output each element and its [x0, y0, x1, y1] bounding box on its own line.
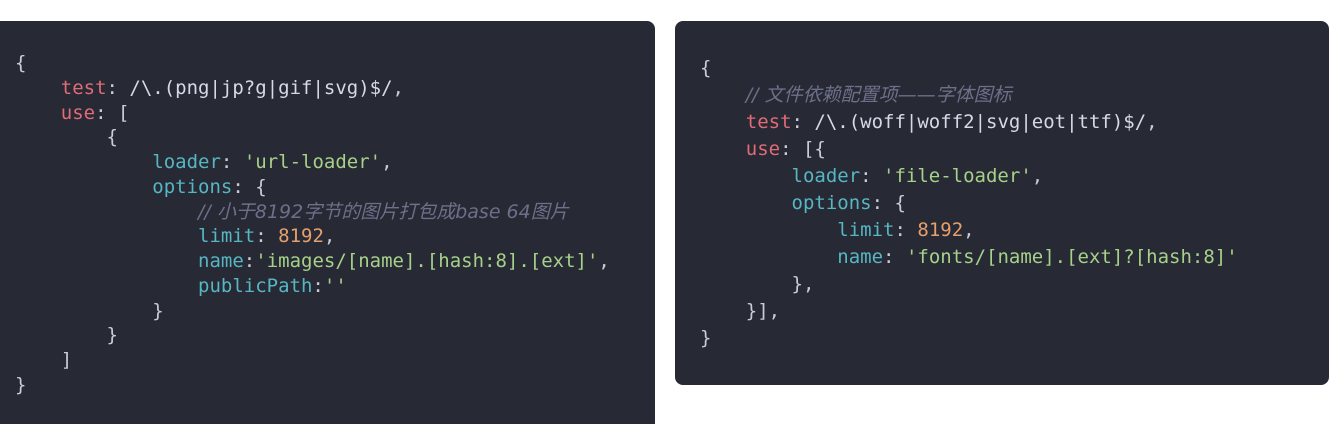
code-token-punc: } — [15, 373, 27, 396]
code-token-punc: : [ — [95, 101, 130, 124]
code-block-image-loader: { test: /\.(png|jp?g|gif|svg)$/, use: [ … — [15, 51, 610, 398]
code-line: // 小于8192字节的图片打包成base 64图片 — [15, 200, 610, 225]
code-token-cmt: // 小于8192字节的图片打包成base 64图片 — [198, 200, 569, 223]
code-token-punc: } — [15, 299, 164, 322]
code-line: options: { — [15, 175, 610, 200]
code-token-key: use — [60, 101, 96, 124]
code-token-punc: , — [392, 76, 404, 99]
code-token-punc: : [{ — [780, 138, 826, 160]
code-line: test: /\.(png|jp?g|gif|svg)$/, — [15, 76, 610, 101]
code-line: } — [15, 299, 610, 324]
code-line: }], — [700, 298, 1238, 325]
code-line: name: 'fonts/[name].[ext]?[hash:8]' — [700, 244, 1238, 271]
code-token-punc: , — [323, 225, 336, 248]
code-token-str: '' — [323, 274, 347, 297]
code-token-punc: { — [15, 52, 27, 74]
code-line: limit: 8192, — [700, 217, 1238, 244]
code-token-prop: name — [837, 246, 884, 268]
screenshot-stage: { test: /\.(png|jp?g|gif|svg)$/, use: [ … — [0, 0, 1331, 424]
code-token-punc: : — [106, 76, 130, 99]
code-line: use: [{ — [700, 136, 1238, 163]
code-token-key: test — [60, 76, 107, 99]
code-block-font-loader: { // 文件依赖配置项——字体图标 test: /\.(woff|woff2|… — [700, 55, 1238, 352]
code-token-punc: : — [883, 246, 906, 268]
code-token-punc: , — [598, 250, 610, 272]
code-token-punc: : — [860, 165, 884, 187]
code-token-punc: : { — [232, 175, 267, 198]
code-line: use: [ — [15, 101, 610, 126]
code-token-cmt: // 文件依赖配置项——字体图标 — [745, 84, 1012, 106]
code-line: publicPath:'' — [15, 274, 610, 299]
code-panel-image-loader: { test: /\.(png|jp?g|gif|svg)$/, use: [ … — [0, 21, 655, 424]
code-token-punc: , — [1146, 111, 1158, 133]
code-line: } — [15, 323, 610, 348]
code-token-punc: : — [255, 225, 279, 248]
code-token-str: 'images/[name].[hash:8].[ext]' — [255, 250, 599, 272]
code-token-punc: : — [220, 151, 244, 173]
code-token-punc: { — [15, 126, 118, 149]
code-token-punc: : — [312, 274, 324, 297]
code-token-num: 8192 — [917, 219, 964, 241]
code-panel-font-loader: { // 文件依赖配置项——字体图标 test: /\.(woff|woff2|… — [675, 21, 1329, 385]
code-token-str: 'file-loader' — [883, 165, 1032, 187]
code-line: ] — [15, 348, 610, 373]
code-token-prop: loader — [791, 165, 861, 187]
code-line: { — [15, 51, 610, 76]
code-line: } — [15, 373, 610, 398]
code-line: // 文件依赖配置项——字体图标 — [700, 82, 1238, 109]
code-line: { — [15, 125, 610, 150]
code-line: name:'images/[name].[hash:8].[ext]', — [15, 249, 610, 274]
code-token-punc: , — [1031, 165, 1044, 187]
code-token-punc: } — [700, 327, 712, 349]
code-token-key: use — [745, 138, 781, 160]
code-token-prop: publicPath — [198, 274, 313, 297]
code-line: limit: 8192, — [15, 224, 610, 249]
code-token-punc: ] — [15, 349, 73, 371]
code-token-punc: , — [381, 151, 393, 173]
code-token-punc: }], — [700, 300, 781, 322]
code-line: options: { — [700, 190, 1238, 217]
code-token-punc: : — [791, 111, 815, 133]
code-token-key: test — [745, 111, 792, 133]
code-token-punc: }, — [700, 273, 815, 295]
code-line: { — [700, 55, 1238, 82]
code-line: } — [700, 325, 1238, 352]
code-token-num: 8192 — [278, 225, 324, 248]
code-token-prop: name — [198, 250, 244, 272]
code-token-regex: /\.(woff|woff2|svg|eot|ttf)$/ — [814, 111, 1147, 133]
code-token-prop: limit — [198, 225, 256, 248]
code-token-prop: loader — [152, 151, 221, 173]
code-token-str: 'url-loader' — [243, 151, 382, 173]
code-token-punc: : { — [871, 192, 906, 214]
code-token-str: 'fonts/[name].[ext]?[hash:8]' — [905, 246, 1238, 268]
code-token-prop: options — [152, 175, 233, 198]
code-line: loader: 'file-loader', — [700, 163, 1238, 190]
code-token-prop: options — [791, 192, 872, 214]
code-line: }, — [700, 271, 1238, 298]
code-token-regex: /\.(png|jp?g|gif|svg)$/ — [129, 76, 393, 99]
code-line: test: /\.(woff|woff2|svg|eot|ttf)$/, — [700, 109, 1238, 136]
code-token-punc: : — [894, 219, 918, 241]
code-line: loader: 'url-loader', — [15, 150, 610, 175]
code-token-prop: limit — [837, 219, 895, 241]
code-token-punc: : — [243, 250, 256, 272]
code-token-punc: { — [700, 57, 712, 79]
code-token-punc: , — [963, 219, 975, 241]
code-token-punc: } — [15, 324, 118, 347]
